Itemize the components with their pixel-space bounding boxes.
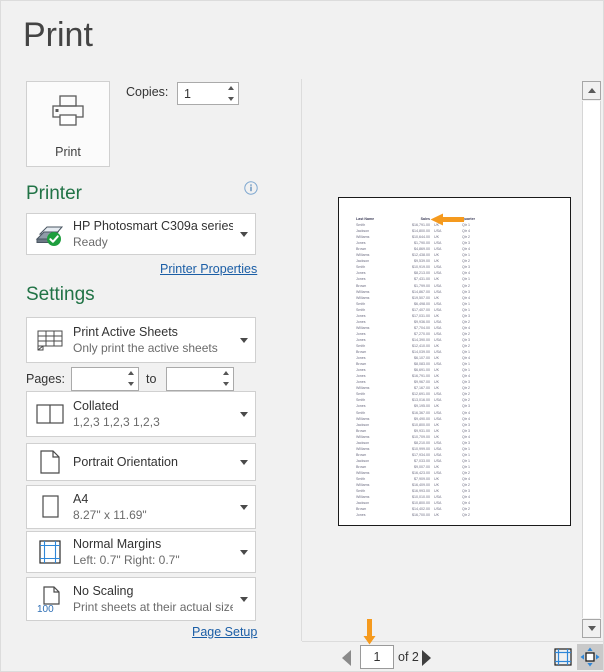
margins-text: Normal Margins Left: 0.7" Right: 0.7" [73,536,233,568]
scaling-100-icon: 100 [27,585,73,613]
worksheet-grid-icon [27,328,73,352]
svg-text:100: 100 [37,604,54,613]
pages-from-stepper[interactable] [71,367,139,391]
copies-label: Copies: [126,85,168,99]
scaling-combo[interactable]: 100 No Scaling Print sheets at their act… [26,577,256,621]
settings-section-heading: Settings [26,284,95,306]
scrollbar-track[interactable] [582,101,601,618]
preview-page: Last NameSalesCountryQuarterSmith$16,791… [338,197,571,526]
paper-size-title: A4 [73,491,233,507]
print-button[interactable]: Print [26,81,110,167]
copies-input[interactable] [178,83,224,104]
chevron-down-icon[interactable] [233,412,255,417]
orientation-text: Portrait Orientation [73,454,233,470]
collation-subtitle: 1,2,3 1,2,3 1,2,3 [73,415,233,430]
printer-properties-link[interactable]: Printer Properties [160,262,257,276]
printer-combo-text: HP Photosmart C309a series Ready [73,218,233,250]
print-preview-pane[interactable]: Last NameSalesCountryQuarterSmith$16,791… [302,1,604,641]
print-what-subtitle: Only print the active sheets [73,341,233,356]
page-title: Print [23,15,93,55]
pages-to-stepper[interactable] [166,367,234,391]
paper-size-subtitle: 8.27" x 11.69" [73,508,233,523]
pages-to-input[interactable] [167,368,219,390]
chevron-down-icon[interactable] [233,232,255,237]
pages-label: Pages: [26,372,65,386]
preview-data-cell: Jones [356,512,388,518]
scaling-title: No Scaling [73,583,233,599]
page-count-label: of 2 [398,650,419,664]
copies-spinner [223,83,238,104]
orientation-combo[interactable]: Portrait Orientation [26,443,256,481]
printer-device-icon [27,221,73,247]
info-icon[interactable] [244,181,258,195]
collated-pages-icon [27,403,73,425]
orientation-title: Portrait Orientation [73,454,233,470]
page-number-field[interactable] [360,645,394,669]
printer-name: HP Photosmart C309a series [73,218,233,234]
print-what-title: Print Active Sheets [73,324,233,340]
copies-increment-button[interactable] [223,83,238,94]
printer-icon [49,94,87,133]
preview-data-row: Jones$16,700.00UKQtr 2 [356,512,491,518]
preview-scrollbar[interactable] [581,81,602,641]
print-what-combo[interactable]: Print Active Sheets Only print the activ… [26,317,256,363]
preview-data-cell: UK [434,512,458,518]
pages-to-increment-button[interactable] [218,368,233,379]
pages-to-spinner [218,368,233,389]
margins-title: Normal Margins [73,536,233,552]
paper-size-combo[interactable]: A4 8.27" x 11.69" [26,485,256,529]
paper-size-text: A4 8.27" x 11.69" [73,491,233,523]
margins-icon [27,539,73,565]
chevron-left-icon[interactable] [338,649,354,667]
collation-combo[interactable]: Collated 1,2,3 1,2,3 1,2,3 [26,391,256,437]
printer-status: Ready [73,235,233,250]
pages-to-decrement-button[interactable] [218,379,233,390]
collation-title: Collated [73,398,233,414]
margins-combo[interactable]: Normal Margins Left: 0.7" Right: 0.7" [26,531,256,573]
portrait-page-icon [27,449,73,475]
print-button-label: Print [55,145,81,159]
page-setup-link[interactable]: Page Setup [192,625,257,639]
pages-from-input[interactable] [72,368,124,390]
show-margins-icon[interactable] [552,646,574,668]
margins-subtitle: Left: 0.7" Right: 0.7" [73,553,233,568]
preview-data-cell: $16,700.00 [388,512,434,518]
preview-table: Last NameSalesCountryQuarterSmith$16,791… [356,216,491,518]
print-settings-pane: Print Print Copies: Printer [1,1,301,672]
pages-to-label: to [146,372,156,386]
scroll-down-arrow-icon[interactable] [582,619,601,638]
paper-size-icon [27,494,73,520]
collation-text: Collated 1,2,3 1,2,3 1,2,3 [73,398,233,430]
printer-section-heading: Printer [26,183,82,205]
chevron-down-icon[interactable] [233,550,255,555]
chevron-down-icon[interactable] [233,338,255,343]
copies-stepper[interactable] [177,82,239,105]
chevron-down-icon[interactable] [233,505,255,510]
printer-selector-combo[interactable]: HP Photosmart C309a series Ready [26,213,256,255]
page-number-input[interactable] [361,646,393,668]
scaling-subtitle: Print sheets at their actual size [73,600,233,615]
pages-from-spinner [123,368,138,389]
print-what-text: Print Active Sheets Only print the activ… [73,324,233,356]
zoom-to-page-icon[interactable] [577,644,603,670]
print-backstage-view: Print Print Copies: Printer [0,0,604,672]
copies-decrement-button[interactable] [223,94,238,105]
pages-from-decrement-button[interactable] [123,379,138,390]
scroll-up-arrow-icon[interactable] [582,81,601,100]
scaling-text: No Scaling Print sheets at their actual … [73,583,233,615]
chevron-down-icon[interactable] [233,597,255,602]
pages-from-increment-button[interactable] [123,368,138,379]
preview-data-cell: Qtr 2 [458,512,480,518]
chevron-down-icon[interactable] [233,460,255,465]
chevron-right-icon[interactable] [418,649,434,667]
